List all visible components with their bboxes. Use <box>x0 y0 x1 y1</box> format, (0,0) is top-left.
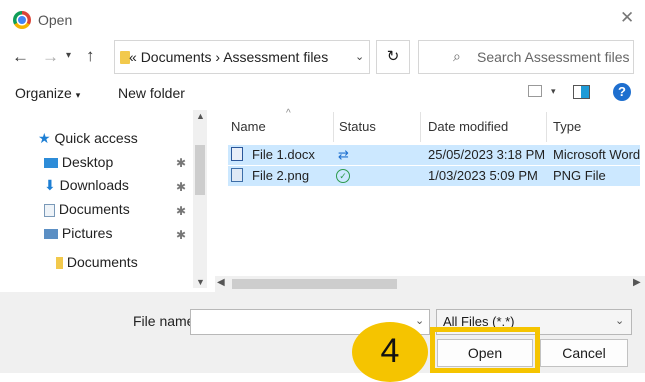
desktop-icon <box>44 158 58 169</box>
refresh-icon[interactable]: ↻ <box>376 40 410 74</box>
window-title: Open <box>38 12 73 28</box>
sidebar-item-documents[interactable]: Documents <box>44 201 130 217</box>
filter-dropdown-icon[interactable]: ⌄ <box>615 314 624 327</box>
search-box[interactable]: ⌕ Search Assessment files <box>418 40 634 74</box>
preview-pane-icon[interactable] <box>573 85 590 99</box>
file-date: 1/03/2023 5:09 PM <box>428 168 538 183</box>
step-number-badge: 4 <box>352 322 428 382</box>
pin-icon[interactable]: ✱ <box>176 156 186 170</box>
search-input[interactable]: Search Assessment files <box>477 49 630 65</box>
sidebar-item-documents-folder[interactable]: Documents <box>56 254 138 270</box>
scroll-right-icon[interactable]: ▶ <box>633 277 641 288</box>
recent-locations-chevron-icon[interactable]: ▾ <box>66 50 71 61</box>
file-type: Microsoft Word <box>553 147 641 162</box>
pictures-icon <box>44 229 58 240</box>
scroll-left-icon[interactable]: ◀ <box>217 277 225 288</box>
navigation-pane: ★ Quick access Desktop ⬇ Downloads Docum… <box>0 110 207 288</box>
scroll-down-icon[interactable]: ▼ <box>196 277 205 287</box>
cancel-button[interactable]: Cancel <box>540 339 628 367</box>
sidebar-item-downloads[interactable]: ⬇ Downloads <box>44 177 129 194</box>
download-icon: ⬇ <box>44 177 56 193</box>
column-header-status[interactable]: Status <box>339 119 376 134</box>
address-bar[interactable]: « Documents › Assessment files ⌄ <box>114 40 370 74</box>
column-divider[interactable] <box>333 112 334 142</box>
breadcrumb-documents[interactable]: Documents <box>141 49 212 65</box>
forward-arrow-icon[interactable]: → <box>42 47 59 67</box>
breadcrumb-assessment-files[interactable]: Assessment files <box>223 49 328 65</box>
close-icon[interactable]: ✕ <box>620 8 634 28</box>
file-name: File 1.docx <box>252 147 315 162</box>
star-icon: ★ <box>38 130 51 146</box>
column-header-name[interactable]: Name <box>231 119 266 134</box>
file-name: File 2.png <box>252 168 310 183</box>
view-dropdown-icon[interactable]: ▾ <box>551 86 556 97</box>
file-list-scroll-thumb[interactable] <box>232 279 397 289</box>
new-folder-button[interactable]: New folder <box>118 85 185 101</box>
folder-icon <box>56 257 63 270</box>
file-row[interactable]: File 2.png ✓ 1/03/2023 5:09 PM PNG File <box>228 166 640 186</box>
back-arrow-icon[interactable]: ← <box>12 47 29 67</box>
pin-icon[interactable]: ✱ <box>176 204 186 218</box>
open-button-highlight <box>430 327 540 373</box>
documents-icon <box>44 203 55 217</box>
sidebar-scroll-thumb[interactable] <box>195 145 205 195</box>
search-icon: ⌕ <box>453 48 461 64</box>
file-name-label: File name: <box>133 313 199 329</box>
title-bar: Open ✕ <box>0 0 645 40</box>
breadcrumb-overflow-icon[interactable]: « <box>129 49 137 65</box>
available-check-icon: ✓ <box>336 169 350 183</box>
word-document-icon <box>231 147 243 161</box>
column-divider[interactable] <box>546 112 547 142</box>
chrome-icon <box>13 11 31 29</box>
up-arrow-icon[interactable]: ↑ <box>86 46 95 66</box>
pin-icon[interactable]: ✱ <box>176 228 186 242</box>
help-icon[interactable]: ? <box>613 83 631 101</box>
breadcrumb: « Documents › Assessment files <box>129 49 328 65</box>
breadcrumb-separator: › <box>215 49 221 65</box>
column-header-date-modified[interactable]: Date modified <box>428 119 508 134</box>
file-row[interactable]: File 1.docx ⇄ 25/05/2023 3:18 PM Microso… <box>228 145 640 165</box>
sidebar-scrollbar[interactable] <box>193 110 207 288</box>
sidebar-item-pictures[interactable]: Pictures <box>44 225 112 241</box>
column-divider[interactable] <box>420 112 421 142</box>
sync-pending-icon: ⇄ <box>338 147 349 162</box>
address-dropdown-icon[interactable]: ⌄ <box>355 50 364 63</box>
sidebar-item-quick-access[interactable]: ★ Quick access <box>38 130 138 147</box>
scroll-up-icon[interactable]: ▲ <box>196 111 205 121</box>
file-date: 25/05/2023 3:18 PM <box>428 147 546 162</box>
sidebar-item-desktop[interactable]: Desktop <box>44 154 113 170</box>
column-header-type[interactable]: Type <box>553 119 581 134</box>
image-file-icon <box>231 168 243 182</box>
organize-button[interactable]: Organize ▾ <box>15 85 80 101</box>
sort-ascending-icon: ^ <box>286 108 291 119</box>
pin-icon[interactable]: ✱ <box>176 180 186 194</box>
file-name-dropdown-icon[interactable]: ⌄ <box>415 314 424 327</box>
file-type: PNG File <box>553 168 606 183</box>
command-bar: Organize ▾ New folder ▾ ? <box>0 76 645 110</box>
view-options-icon[interactable] <box>528 85 542 97</box>
